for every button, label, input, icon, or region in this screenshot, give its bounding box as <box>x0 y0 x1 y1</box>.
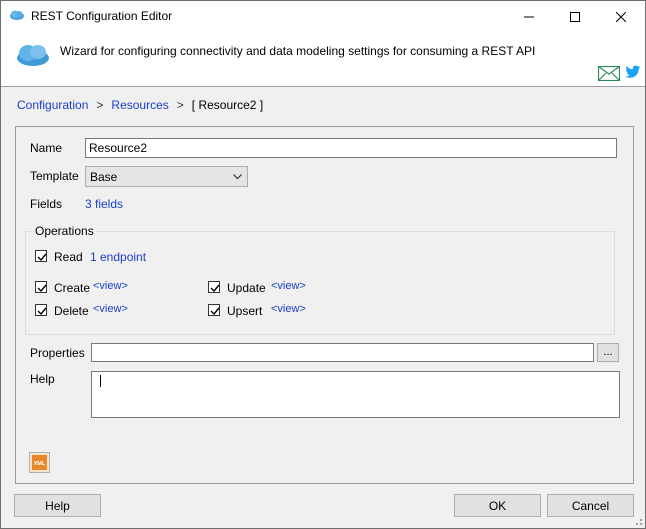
close-icon <box>616 11 626 22</box>
breadcrumb-configuration[interactable]: Configuration <box>17 98 88 112</box>
resource-panel: Name Template Base Fields 3 fields Opera… <box>15 126 634 484</box>
header-banner: Wizard for configuring connectivity and … <box>1 32 645 87</box>
cancel-button[interactable]: Cancel <box>547 494 634 517</box>
header-description: Wizard for configuring connectivity and … <box>60 44 536 58</box>
breadcrumb: Configuration > Resources > [ Resource2 ] <box>17 98 263 112</box>
fields-link[interactable]: 3 fields <box>85 197 123 211</box>
window-title: REST Configuration Editor <box>31 9 173 23</box>
ok-button[interactable]: OK <box>454 494 541 517</box>
twitter-icon[interactable] <box>625 65 641 82</box>
close-button[interactable] <box>598 1 644 32</box>
text-cursor <box>100 375 101 387</box>
upsert-label: Upsert <box>227 304 263 318</box>
delete-view-link[interactable]: <view> <box>93 303 128 315</box>
update-checkbox[interactable] <box>208 281 220 293</box>
read-endpoint-link[interactable]: 1 endpoint <box>90 250 146 264</box>
checkmark-icon <box>37 307 47 316</box>
breadcrumb-separator: > <box>96 98 104 112</box>
upsert-checkbox[interactable] <box>208 304 220 316</box>
name-input[interactable] <box>85 138 617 158</box>
help-label: Help <box>30 372 55 386</box>
template-select[interactable]: Base <box>85 166 248 187</box>
checkmark-icon <box>37 253 47 262</box>
breadcrumb-resources[interactable]: Resources <box>111 98 168 112</box>
upsert-view-link[interactable]: <view> <box>271 303 306 315</box>
help-textarea[interactable] <box>91 371 620 418</box>
cloud-icon <box>15 41 51 70</box>
svg-text:XML: XML <box>34 461 46 467</box>
maximize-button[interactable] <box>552 1 598 32</box>
create-view-link[interactable]: <view> <box>93 280 128 292</box>
minimize-icon <box>524 16 534 17</box>
update-view-link[interactable]: <view> <box>271 280 306 292</box>
delete-label: Delete <box>54 304 89 318</box>
properties-browse-button[interactable]: ... <box>597 343 619 362</box>
read-checkbox[interactable] <box>35 250 47 262</box>
read-label: Read <box>54 250 83 264</box>
xml-icon[interactable]: XML <box>29 452 50 473</box>
rest-configuration-editor-window: REST Configuration Editor Wizard for con… <box>0 0 646 529</box>
name-label: Name <box>30 141 63 155</box>
cloud-icon <box>9 9 25 24</box>
checkmark-icon <box>37 284 47 293</box>
breadcrumb-current: [ Resource2 ] <box>191 98 264 112</box>
breadcrumb-separator: > <box>176 98 184 112</box>
delete-checkbox[interactable] <box>35 304 47 316</box>
template-select-value: Base <box>90 170 118 184</box>
create-checkbox[interactable] <box>35 281 47 293</box>
template-label: Template <box>30 169 79 183</box>
properties-label: Properties <box>30 346 85 360</box>
title-bar[interactable]: REST Configuration Editor <box>1 1 645 32</box>
checkmark-icon <box>210 307 220 316</box>
maximize-icon <box>570 11 580 22</box>
mail-icon[interactable] <box>597 65 621 84</box>
operations-group: Operations Read 1 endpoint Create <view>… <box>25 224 615 335</box>
resize-grip-icon[interactable] <box>633 516 643 526</box>
fields-label: Fields <box>30 197 63 211</box>
chevron-down-icon <box>233 174 242 180</box>
checkmark-icon <box>210 284 220 293</box>
minimize-button[interactable] <box>506 1 552 32</box>
help-button[interactable]: Help <box>14 494 101 517</box>
update-label: Update <box>227 281 266 295</box>
properties-input[interactable] <box>91 343 594 362</box>
create-label: Create <box>54 281 91 295</box>
operations-label: Operations <box>33 224 96 238</box>
